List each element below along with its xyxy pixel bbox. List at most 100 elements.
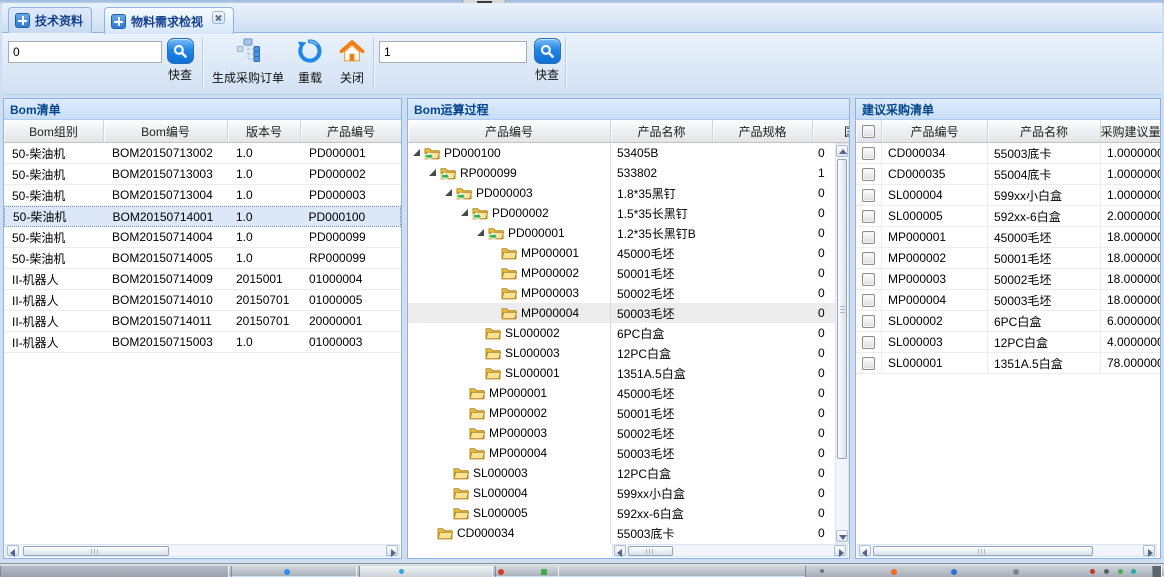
tray-icon[interactable] xyxy=(1104,569,1109,574)
bom-tree-row-detail[interactable]: 50002毛坯0 xyxy=(611,423,849,443)
quick-search-button-2[interactable]: 快查 xyxy=(530,38,564,83)
bom-tree-node[interactable]: CD000034 xyxy=(408,523,610,543)
bom-tree-row-detail[interactable]: 592xx-6白盒0 xyxy=(611,503,849,523)
row-checkbox[interactable] xyxy=(862,147,875,160)
row-checkbox[interactable] xyxy=(862,336,875,349)
bom-tree-node[interactable]: SL000005 xyxy=(408,503,610,523)
tree-expand-icon[interactable] xyxy=(413,149,420,156)
tray-icon[interactable] xyxy=(1118,569,1123,574)
select-all-checkbox[interactable] xyxy=(862,125,875,138)
column-header-barcode-clipped[interactable]: 国际条码 xyxy=(813,120,849,142)
bom-list-row[interactable]: 50-柴油机BOM201507140041.0PD000099 xyxy=(4,227,401,248)
bom-tree-node[interactable]: RP000099 xyxy=(408,163,610,183)
tray-icon[interactable] xyxy=(1131,569,1136,574)
purchase-list-row[interactable]: MP00000145000毛坯18.000000 xyxy=(856,227,1160,248)
bom-tree-node[interactable]: SL000004 xyxy=(408,483,610,503)
taskbar-app-icon[interactable] xyxy=(541,569,547,575)
purchase-list-hscrollbar[interactable] xyxy=(857,544,1157,557)
column-header-version[interactable]: 版本号 xyxy=(228,120,301,142)
bom-tree-node[interactable]: MP000002 xyxy=(408,263,610,283)
purchase-list-row[interactable]: SL00000312PC白盒4.0000000 xyxy=(856,332,1160,353)
row-checkbox[interactable] xyxy=(862,294,875,307)
bom-tree-row-detail[interactable]: 1.5*35长黑钉0 xyxy=(611,203,849,223)
bom-list-row[interactable]: 50-柴油机BOM201507140051.0RP000099 xyxy=(4,248,401,269)
scrollbar-thumb[interactable] xyxy=(873,546,1093,556)
reload-button[interactable]: 重载 xyxy=(290,38,330,86)
scrollbar-thumb[interactable] xyxy=(837,159,847,459)
column-header-product-no[interactable]: 产品编号 xyxy=(301,120,401,142)
tray-icon[interactable] xyxy=(951,569,957,575)
column-header-product-name[interactable]: 产品名称 xyxy=(611,120,713,142)
tab-close-icon[interactable] xyxy=(212,11,225,24)
quick-search-input-2[interactable] xyxy=(379,41,527,63)
bom-tree-node[interactable]: MP000002 xyxy=(408,403,610,423)
scrollbar-thumb[interactable] xyxy=(628,546,673,556)
bom-tree-row-detail[interactable]: 5338021 xyxy=(611,163,849,183)
bom-list-row[interactable]: II-机器人BOM201507140112015070120000001 xyxy=(4,311,401,332)
quick-search-button-1[interactable]: 快查 xyxy=(163,38,197,83)
tab-material-demand-review[interactable]: 物料需求检视 xyxy=(104,7,234,34)
taskbar-window-button[interactable] xyxy=(359,566,493,577)
bom-tree-node[interactable]: MP000004 xyxy=(408,443,610,463)
bom-list-row[interactable]: 50-柴油机BOM201507130021.0PD000001 xyxy=(4,143,401,164)
purchase-list-row[interactable]: SL000005592xx-6白盒2.0000000 xyxy=(856,206,1160,227)
taskbar-window-button[interactable] xyxy=(0,566,229,577)
tree-expand-icon[interactable] xyxy=(445,189,452,196)
row-checkbox[interactable] xyxy=(862,252,875,265)
bom-list-row[interactable]: II-机器人BOM20150714009201500101000004 xyxy=(4,269,401,290)
bom-list-hscrollbar[interactable] xyxy=(5,544,400,557)
purchase-list-row[interactable]: CD00003455003底卡1.0000000 xyxy=(856,143,1160,164)
purchase-list-row[interactable]: MP00000250001毛坯18.000000 xyxy=(856,248,1160,269)
purchase-list-row[interactable]: MP00000450003毛坯18.000000 xyxy=(856,290,1160,311)
tray-icon[interactable] xyxy=(891,569,897,575)
bom-tree-row-detail[interactable]: 53405B0 xyxy=(611,143,849,163)
column-header-bom-group[interactable]: Bom组别 xyxy=(4,120,104,142)
bom-tree-row-detail[interactable]: 50001毛坯0 xyxy=(611,403,849,423)
bom-tree-node[interactable]: PD000002 xyxy=(408,203,610,223)
bom-tree-node[interactable]: PD000100 xyxy=(408,143,610,163)
scroll-left-icon[interactable] xyxy=(859,545,871,556)
bom-tree-node[interactable]: MP000001 xyxy=(408,383,610,403)
purchase-list-row[interactable]: MP00000350002毛坯18.000000 xyxy=(856,269,1160,290)
purchase-list-row[interactable]: SL000004599xx小白盒1.0000000 xyxy=(856,185,1160,206)
bom-tree-row-detail[interactable]: 1351A.5白盒0 xyxy=(611,363,849,383)
bom-list-row[interactable]: 50-柴油机BOM201507130041.0PD000003 xyxy=(4,185,401,206)
taskbar-app-icon[interactable] xyxy=(284,569,290,575)
scroll-left-icon[interactable] xyxy=(7,545,19,556)
row-checkbox[interactable] xyxy=(862,189,875,202)
bom-list-row[interactable]: II-机器人BOM201507140102015070101000005 xyxy=(4,290,401,311)
scroll-left-icon[interactable] xyxy=(614,545,626,556)
scroll-up-icon[interactable] xyxy=(836,145,848,157)
column-header-product-spec[interactable]: 产品规格 xyxy=(713,120,813,142)
bom-tree-node[interactable]: SL000001 xyxy=(408,363,610,383)
row-checkbox[interactable] xyxy=(862,231,875,244)
quick-search-input-1[interactable] xyxy=(8,41,162,63)
bom-tree-row-detail[interactable]: 50003毛坯0 xyxy=(611,303,849,323)
bom-tree-node[interactable]: PD000001 xyxy=(408,223,610,243)
scrollbar-thumb[interactable] xyxy=(23,546,169,556)
show-desktop-button[interactable] xyxy=(1152,566,1162,577)
scroll-down-icon[interactable] xyxy=(836,530,848,542)
tree-expand-icon[interactable] xyxy=(477,229,484,236)
bom-tree-row-detail[interactable]: 50001毛坯0 xyxy=(611,263,849,283)
taskbar-window-button[interactable] xyxy=(231,566,357,577)
bom-list-row[interactable]: 50-柴油机BOM201507140011.0PD000100 xyxy=(4,206,401,227)
bom-tree-vscrollbar[interactable] xyxy=(835,143,849,544)
column-header-purchase-qty-clipped[interactable]: 采购建议量 xyxy=(1101,120,1160,142)
row-checkbox[interactable] xyxy=(862,168,875,181)
taskbar-window-button[interactable] xyxy=(495,566,559,577)
purchase-list-row[interactable]: SL0000011351A.5白盒78.000000 xyxy=(856,353,1160,374)
bom-tree-node[interactable]: SL000003 xyxy=(408,463,610,483)
scroll-right-icon[interactable] xyxy=(834,545,846,556)
bom-tree-row-detail[interactable]: 1.8*35黑钉0 xyxy=(611,183,849,203)
taskbar-app-icon[interactable] xyxy=(399,569,404,574)
tray-icon[interactable] xyxy=(1013,569,1019,575)
column-header-select-all[interactable] xyxy=(856,120,882,142)
tray-icon[interactable] xyxy=(1090,569,1095,574)
bom-tree-row-detail[interactable]: 1.2*35长黑钉B0 xyxy=(611,223,849,243)
bom-tree-row-detail[interactable]: 45000毛坯0 xyxy=(611,383,849,403)
column-header-bom-no[interactable]: Bom编号 xyxy=(104,120,228,142)
tree-expand-icon[interactable] xyxy=(429,169,436,176)
scroll-right-icon[interactable] xyxy=(386,545,398,556)
bom-tree-node[interactable]: MP000004 xyxy=(408,303,610,323)
